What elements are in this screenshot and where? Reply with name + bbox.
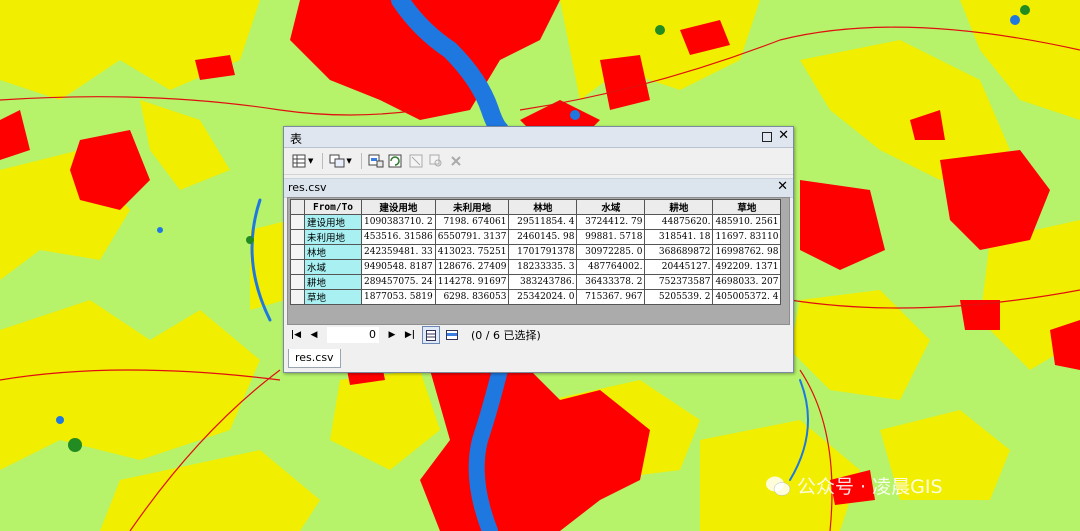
table-cell[interactable]: 1877053. 5819: [361, 289, 436, 305]
row-label[interactable]: 未利用地: [304, 229, 362, 245]
table-tab-header: res.csv ✕: [284, 178, 793, 198]
table-cell[interactable]: 1090383710. 2: [361, 214, 436, 230]
first-record-icon[interactable]: |◀: [287, 330, 305, 340]
table-row[interactable]: 建设用地 1090383710. 2 7198. 674061 29511854…: [290, 214, 782, 230]
last-record-icon[interactable]: ▶|: [401, 330, 419, 340]
row-selector[interactable]: [290, 229, 305, 245]
table-row[interactable]: 未利用地 453516. 31586 6550791. 3137 2460145…: [290, 229, 782, 245]
table-cell[interactable]: 9490548. 8187: [361, 259, 436, 275]
column-header[interactable]: 水域: [576, 199, 646, 215]
table-cell[interactable]: 2460145. 98: [508, 229, 578, 245]
table-cell[interactable]: 492209. 1371: [712, 259, 782, 275]
table-cell[interactable]: 99881. 5718: [576, 229, 646, 245]
table-cell[interactable]: 44875620.: [644, 214, 714, 230]
chevron-down-icon[interactable]: ▼: [346, 157, 351, 165]
table-options-icon[interactable]: [290, 152, 308, 170]
toolbar-separator: [322, 153, 324, 169]
table-cell[interactable]: 30972285. 0: [576, 244, 646, 260]
related-tables-icon[interactable]: [328, 152, 346, 170]
window-title: 表: [290, 132, 303, 146]
show-selected-records-icon[interactable]: [443, 326, 461, 344]
row-label[interactable]: 耕地: [304, 274, 362, 290]
table-name: res.csv: [288, 181, 327, 194]
close-table-icon[interactable]: ✕: [777, 179, 788, 194]
table-cell[interactable]: 405005372. 4: [712, 289, 782, 305]
row-label[interactable]: 建设用地: [304, 214, 362, 230]
table-cell[interactable]: 114278. 91697: [434, 274, 510, 290]
table-row[interactable]: 林地 242359481. 33 413023. 75251 170179137…: [290, 244, 782, 260]
table-cell[interactable]: 6550791. 3137: [434, 229, 510, 245]
select-by-attributes-icon[interactable]: [367, 152, 385, 170]
table-cell[interactable]: 7198. 674061: [434, 214, 510, 230]
attribute-table: From/To 建设用地 未利用地 林地 水域 耕地 草地 建设用地 10903…: [290, 199, 782, 305]
zoom-to-selected-icon[interactable]: [427, 152, 445, 170]
selection-count: (0 / 6 已选择): [471, 329, 541, 342]
column-header[interactable]: From/To: [304, 199, 362, 215]
table-cell[interactable]: 1701791378: [508, 244, 578, 260]
table-cell[interactable]: 242359481. 33: [361, 244, 436, 260]
table-cell[interactable]: 4698033. 207: [712, 274, 782, 290]
toolbar-separator: [360, 153, 362, 169]
table-cell[interactable]: 36433378. 2: [576, 274, 646, 290]
table-cell[interactable]: 715367. 967: [576, 289, 646, 305]
table-cell[interactable]: 383243786.: [508, 274, 578, 290]
wechat-icon: [766, 476, 791, 496]
table-cell[interactable]: 453516. 31586: [361, 229, 436, 245]
header-row: From/To 建设用地 未利用地 林地 水域 耕地 草地: [290, 199, 782, 215]
column-header[interactable]: 未利用地: [434, 199, 510, 215]
table-cell[interactable]: 16998762. 98: [712, 244, 782, 260]
row-selector-header[interactable]: [290, 199, 305, 215]
table-cell[interactable]: 289457075. 24: [361, 274, 436, 290]
row-selector[interactable]: [290, 274, 305, 290]
table-cell[interactable]: 5205539. 2: [644, 289, 714, 305]
tab-res-csv[interactable]: res.csv: [288, 349, 341, 368]
table-cell[interactable]: 368689872: [644, 244, 714, 260]
close-icon[interactable]: ✕: [778, 129, 789, 143]
previous-record-icon[interactable]: ◀: [305, 330, 323, 340]
column-header[interactable]: 建设用地: [361, 199, 436, 215]
row-label[interactable]: 水域: [304, 259, 362, 275]
table-toolbar: ▼ ▼: [284, 148, 793, 175]
maximize-icon[interactable]: [762, 132, 773, 142]
column-header[interactable]: 草地: [712, 199, 782, 215]
clear-selection-icon[interactable]: [407, 152, 425, 170]
column-header[interactable]: 耕地: [644, 199, 714, 215]
table-cell[interactable]: 128676. 27409: [434, 259, 510, 275]
row-label[interactable]: 林地: [304, 244, 362, 260]
show-all-records-icon[interactable]: [422, 326, 440, 344]
delete-selected-icon[interactable]: [447, 152, 465, 170]
row-selector[interactable]: [290, 244, 305, 260]
table-cell[interactable]: 318541. 18: [644, 229, 714, 245]
watermark: 公众号 · 凌晨GIS: [765, 472, 943, 499]
row-selector[interactable]: [290, 214, 305, 230]
row-selector[interactable]: [290, 259, 305, 275]
table-grid-area: From/To 建设用地 未利用地 林地 水域 耕地 草地 建设用地 10903…: [287, 197, 790, 325]
watermark-text: 公众号 · 凌晨GIS: [797, 476, 943, 498]
record-navigation: |◀ ◀ 0 ▶ ▶| (0 / 6 已选择): [287, 325, 788, 345]
next-record-icon[interactable]: ▶: [383, 330, 401, 340]
chevron-down-icon[interactable]: ▼: [308, 157, 313, 165]
switch-selection-icon[interactable]: [387, 152, 405, 170]
table-row[interactable]: 耕地 289457075. 24 114278. 91697 383243786…: [290, 274, 782, 290]
row-selector[interactable]: [290, 289, 305, 305]
table-cell[interactable]: 18233335. 3: [508, 259, 578, 275]
table-cell[interactable]: 6298. 836053: [434, 289, 510, 305]
table-cell[interactable]: 20445127.: [644, 259, 714, 275]
row-label[interactable]: 草地: [304, 289, 362, 305]
table-cell[interactable]: 29511854. 4: [508, 214, 578, 230]
table-row[interactable]: 水域 9490548. 8187 128676. 27409 18233335.…: [290, 259, 782, 275]
column-header[interactable]: 林地: [508, 199, 578, 215]
title-bar[interactable]: 表 ✕: [284, 127, 793, 148]
table-cell[interactable]: 25342024. 0: [508, 289, 578, 305]
table-row[interactable]: 草地 1877053. 5819 6298. 836053 25342024. …: [290, 289, 782, 305]
table-window: 表 ✕ ▼ ▼ res.csv ✕ From/To 建设用地 未利用地 林地 水…: [283, 126, 794, 373]
table-cell[interactable]: 485910. 2561: [712, 214, 782, 230]
table-cell[interactable]: 413023. 75251: [434, 244, 510, 260]
record-number-input[interactable]: 0: [327, 327, 379, 343]
table-cell[interactable]: 487764002.: [576, 259, 646, 275]
table-cell[interactable]: 11697. 83110: [712, 229, 782, 245]
table-cell[interactable]: 752373587: [644, 274, 714, 290]
table-cell[interactable]: 3724412. 79: [576, 214, 646, 230]
